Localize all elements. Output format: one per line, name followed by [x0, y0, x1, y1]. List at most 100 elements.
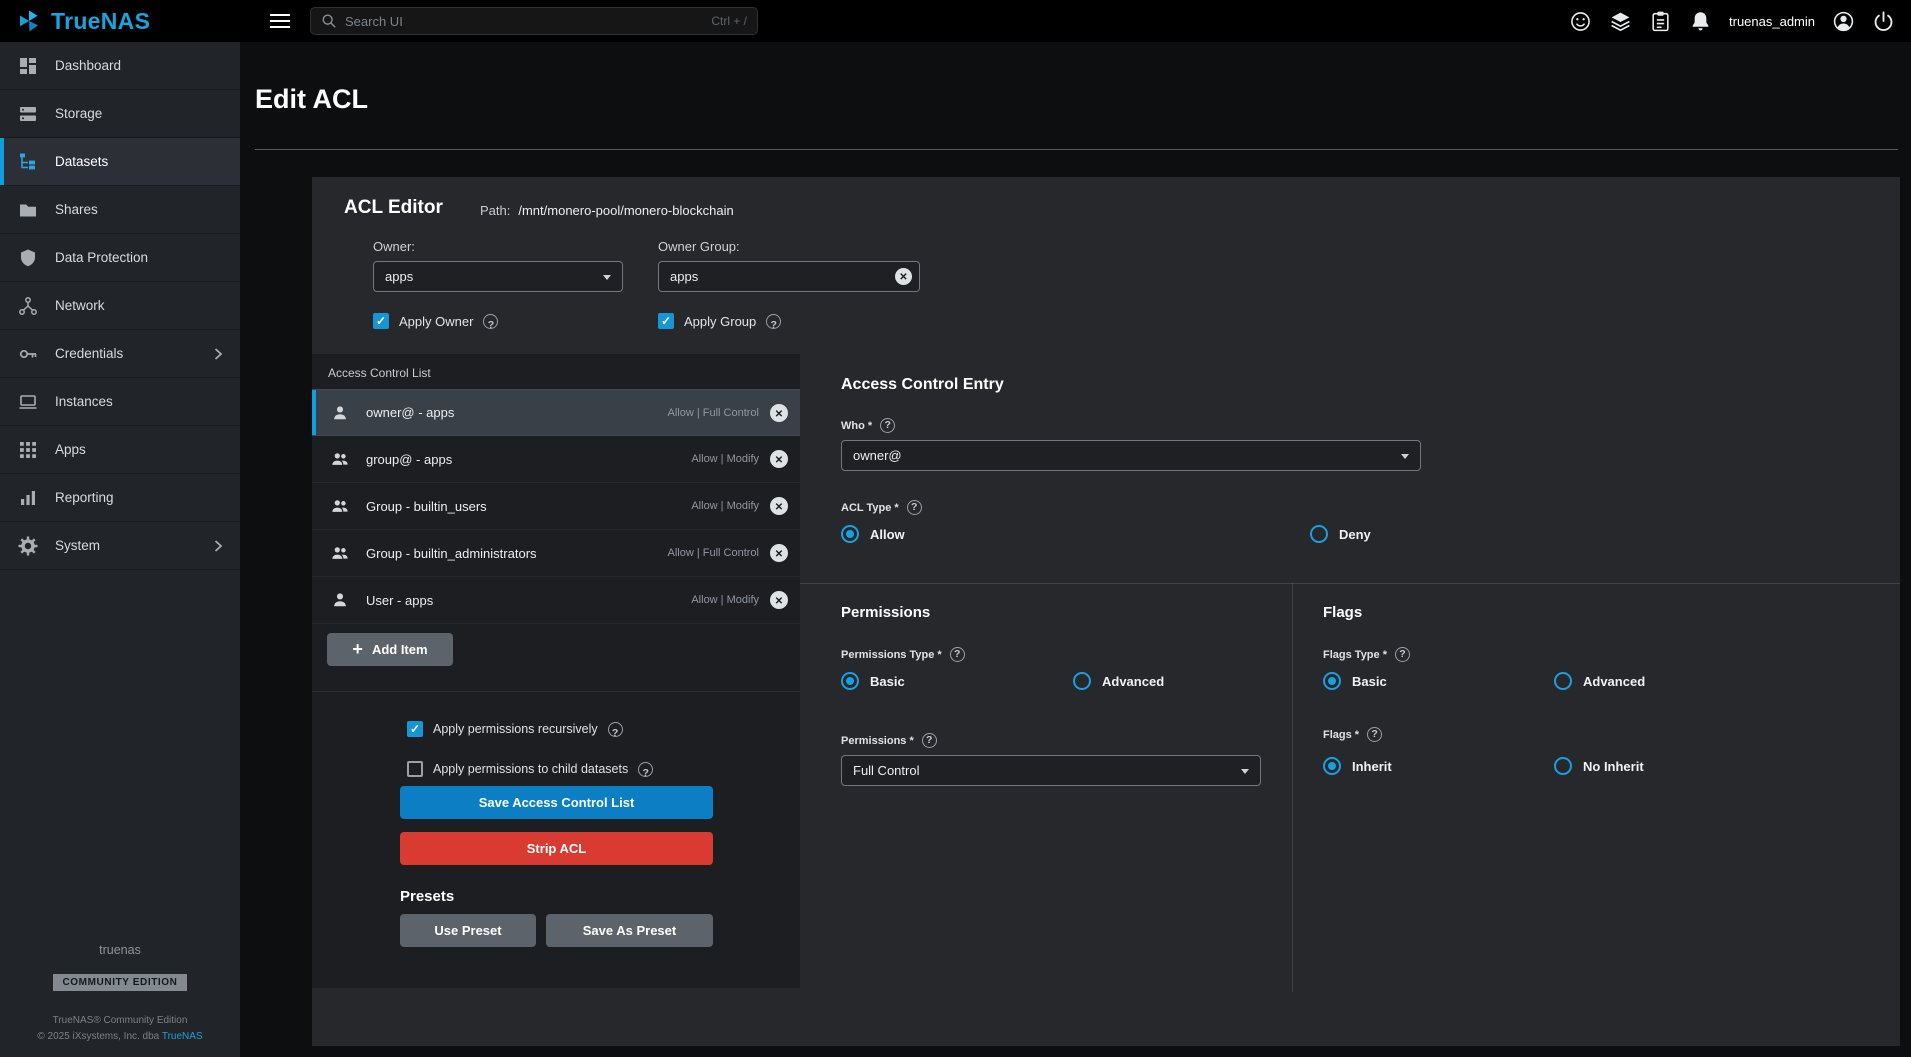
plus-icon	[352, 642, 372, 658]
acl-type-allow-radio[interactable]: Allow	[841, 525, 905, 543]
edition-badge[interactable]: COMMUNITY EDITION	[53, 974, 186, 991]
entry-permission: Allow | Modify	[691, 453, 759, 465]
sidebar-item-system[interactable]: System	[0, 522, 240, 570]
help-icon[interactable]	[907, 500, 922, 515]
who-select[interactable]: owner@	[841, 440, 1421, 471]
help-icon[interactable]	[880, 418, 895, 433]
remove-entry-icon[interactable]	[770, 404, 788, 422]
access-control-list-panel: Access Control List owner@ - apps Allow …	[312, 354, 800, 988]
help-icon[interactable]	[766, 314, 781, 329]
instances-monitor-icon	[18, 392, 38, 412]
apps-grid-icon	[18, 440, 38, 460]
acl-list-title: Access Control List	[312, 354, 800, 389]
permissions-select[interactable]: Full Control	[841, 755, 1261, 786]
sidebar-item-shares[interactable]: Shares	[0, 186, 240, 234]
sidebar-item-reporting[interactable]: Reporting	[0, 474, 240, 522]
owner-group-field[interactable]: apps	[658, 261, 920, 292]
help-icon[interactable]	[922, 733, 937, 748]
gear-icon	[18, 536, 38, 556]
sidebar-item-storage[interactable]: Storage	[0, 90, 240, 138]
flags-no-inherit-radio[interactable]: No Inherit	[1554, 757, 1644, 775]
acl-entry-group[interactable]: group@ - apps Allow | Modify	[312, 436, 800, 483]
owner-select[interactable]: apps	[373, 261, 623, 292]
sidebar-item-label: Data Protection	[55, 250, 148, 265]
apply-group-checkbox-row[interactable]: Apply Group	[658, 313, 781, 329]
save-acl-button[interactable]: Save Access Control List	[400, 786, 713, 819]
acl-entry-owner[interactable]: owner@ - apps Allow | Full Control	[312, 389, 800, 436]
entry-who: Group - builtin_administrators	[366, 546, 668, 561]
group-icon	[331, 497, 349, 515]
child-datasets-checkbox[interactable]	[407, 761, 423, 777]
sidebar-item-dashboard[interactable]: Dashboard	[0, 42, 240, 90]
sidebar-item-credentials[interactable]: Credentials	[0, 330, 240, 378]
logged-in-user[interactable]: truenas_admin	[1729, 14, 1815, 29]
entry-who: group@ - apps	[366, 452, 691, 467]
truenas-logo[interactable]: TrueNAS	[0, 8, 240, 35]
acl-type-deny-radio[interactable]: Deny	[1310, 525, 1371, 543]
notifications-bell-icon[interactable]	[1689, 10, 1712, 33]
flags-type-basic-radio[interactable]: Basic	[1323, 672, 1387, 690]
power-icon[interactable]	[1872, 10, 1895, 33]
strip-acl-button[interactable]: Strip ACL	[400, 832, 713, 865]
permissions-type-basic-radio[interactable]: Basic	[841, 672, 905, 690]
clear-owner-group-icon[interactable]	[895, 268, 912, 285]
flags-label-row: Flags *	[1323, 727, 1382, 742]
remove-entry-icon[interactable]	[770, 591, 788, 609]
user-icon	[331, 591, 349, 609]
bar-chart-icon	[18, 488, 38, 508]
apply-group-checkbox[interactable]	[658, 313, 674, 329]
sidebar-item-instances[interactable]: Instances	[0, 378, 240, 426]
sidebar-item-data-protection[interactable]: Data Protection	[0, 234, 240, 282]
permissions-label-row: Permissions *	[841, 733, 937, 748]
help-icon[interactable]	[950, 647, 965, 662]
help-icon[interactable]	[608, 722, 623, 737]
help-icon[interactable]	[1367, 727, 1382, 742]
use-preset-button[interactable]: Use Preset	[400, 914, 536, 947]
remove-entry-icon[interactable]	[770, 450, 788, 468]
sidebar-item-datasets[interactable]: Datasets	[0, 138, 240, 186]
entry-permission: Allow | Full Control	[668, 547, 760, 559]
save-as-preset-button[interactable]: Save As Preset	[546, 914, 713, 947]
help-icon[interactable]	[1395, 647, 1410, 662]
truenas-link[interactable]: TrueNAS	[162, 1031, 203, 1042]
child-datasets-label: Apply permissions to child datasets	[433, 762, 628, 776]
jobs-layers-icon[interactable]	[1609, 10, 1632, 33]
access-control-entry-panel: Access Control Entry Who * owner@ ACL Ty…	[800, 354, 1900, 1046]
recursive-checkbox[interactable]	[407, 721, 423, 737]
child-datasets-checkbox-row[interactable]: Apply permissions to child datasets	[407, 761, 653, 777]
network-nodes-icon	[18, 296, 38, 316]
recursive-label: Apply permissions recursively	[433, 722, 598, 736]
recursive-checkbox-row[interactable]: Apply permissions recursively	[407, 721, 623, 737]
apply-owner-checkbox-row[interactable]: Apply Owner	[373, 313, 498, 329]
help-icon[interactable]	[483, 314, 498, 329]
flags-type-label-row: Flags Type *	[1323, 647, 1410, 662]
sidebar-item-network[interactable]: Network	[0, 282, 240, 330]
topbar-actions: truenas_admin	[1569, 10, 1911, 33]
flags-inherit-radio[interactable]: Inherit	[1323, 757, 1392, 775]
acl-entry-builtin-administrators[interactable]: Group - builtin_administrators Allow | F…	[312, 530, 800, 577]
user-icon	[331, 404, 349, 422]
remove-entry-icon[interactable]	[770, 544, 788, 562]
acl-entry-builtin-users[interactable]: Group - builtin_users Allow | Modify	[312, 483, 800, 530]
search-shortcut: Ctrl + /	[711, 14, 747, 28]
feedback-smiley-icon[interactable]	[1569, 10, 1592, 33]
search-input[interactable]	[345, 14, 703, 29]
acl-entry-user-apps[interactable]: User - apps Allow | Modify	[312, 577, 800, 624]
permissions-type-advanced-radio[interactable]: Advanced	[1073, 672, 1164, 690]
user-account-icon[interactable]	[1832, 10, 1855, 33]
add-item-button[interactable]: Add Item	[327, 633, 453, 666]
remove-entry-icon[interactable]	[770, 497, 788, 515]
ace-title: Access Control Entry	[841, 376, 1004, 394]
sidebar-item-apps[interactable]: Apps	[0, 426, 240, 474]
tasks-clipboard-icon[interactable]	[1649, 10, 1672, 33]
acl-editor-title: ACL Editor	[344, 197, 443, 219]
menu-toggle-icon[interactable]	[270, 14, 290, 28]
flags-type-advanced-radio[interactable]: Advanced	[1554, 672, 1645, 690]
path-label: Path:	[480, 203, 510, 218]
key-icon	[18, 344, 38, 364]
radio-selected-icon	[841, 525, 859, 543]
apply-owner-checkbox[interactable]	[373, 313, 389, 329]
sidebar-nav: Dashboard Storage Datasets Shares Data P…	[0, 42, 240, 1057]
acl-editor-card: ACL Editor Path: /mnt/monero-pool/monero…	[312, 177, 1900, 1046]
help-icon[interactable]	[638, 762, 653, 777]
